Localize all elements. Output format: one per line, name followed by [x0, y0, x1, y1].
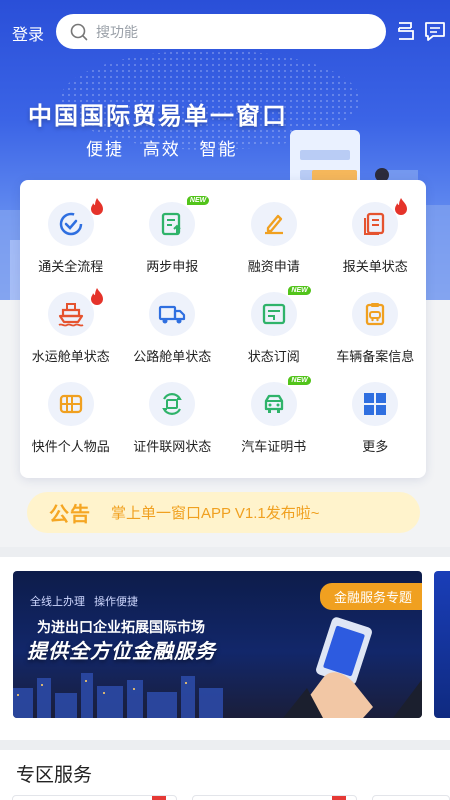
document-icon	[364, 212, 385, 235]
announcement-tag: 公告	[49, 504, 91, 526]
icon-circle: NEW	[250, 286, 311, 336]
section-divider	[0, 740, 450, 750]
service-item-parcel[interactable]: 快件个人物品	[20, 382, 122, 455]
icon-circle	[47, 198, 103, 246]
search-icon	[70, 23, 88, 40]
top-bar: 登录	[0, 0, 450, 62]
vehicle-record-icon	[366, 303, 385, 326]
cycle-icon	[59, 212, 82, 236]
icon-circle	[352, 198, 408, 246]
service-panel: 通关全流程 NEW 两步申报 融资申请 报关单状态 水运舱单状态 公路舱单状态 …	[20, 180, 426, 478]
next-banner-peek[interactable]	[434, 571, 450, 718]
service-item-vehicle-record[interactable]: 车辆备案信息	[325, 292, 427, 365]
section-divider	[0, 547, 450, 557]
zone-card[interactable]	[12, 795, 177, 800]
declare-icon	[162, 212, 181, 236]
service-item-financing[interactable]: 融资申请	[223, 202, 325, 275]
service-item-car-certificate[interactable]: NEW 汽车证明书	[223, 376, 325, 455]
service-label: 车辆备案信息	[336, 349, 415, 364]
new-badge: NEW	[186, 196, 210, 205]
service-label: 两步申报	[146, 259, 199, 274]
hero-subtitle-2: 高效	[142, 140, 181, 159]
zone-card[interactable]	[372, 795, 450, 800]
icon-circle	[47, 382, 94, 426]
hot-fire-icon	[90, 198, 103, 215]
banner-feature-1: 全线上办理	[30, 596, 85, 608]
login-button[interactable]: 登录	[12, 21, 44, 45]
zone-card-tag	[332, 796, 346, 800]
subscribe-icon	[262, 303, 285, 325]
search-input[interactable]	[96, 23, 336, 40]
edit-icon	[264, 214, 283, 235]
service-item-waterway-manifest[interactable]: 水运舱单状态	[20, 288, 122, 365]
zone-services-section: 专区服务	[0, 750, 450, 800]
service-label: 更多	[362, 439, 389, 454]
truck-icon	[159, 305, 186, 324]
icon-circle	[250, 202, 297, 246]
service-label: 报关单状态	[342, 259, 408, 274]
search-bar[interactable]	[56, 14, 386, 49]
service-label: 证件联网状态	[133, 439, 212, 454]
announcement-bar[interactable]: 公告 掌上单一窗口APP V1.1发布啦~	[27, 492, 420, 533]
banner-section: 金融服务专题 全线上办理 操作便捷 为进出口企业拓展国际市场 提供全方位金融服务	[0, 557, 450, 740]
service-item-more[interactable]: 更多	[325, 382, 427, 455]
more-grid-icon	[364, 393, 387, 415]
hot-fire-icon	[395, 198, 408, 215]
service-label: 通关全流程	[38, 259, 104, 274]
zone-card[interactable]	[192, 795, 357, 800]
service-label: 融资申请	[247, 259, 300, 274]
scan-icon[interactable]	[396, 20, 418, 42]
service-label: 状态订阅	[247, 349, 300, 364]
icon-circle: NEW	[250, 376, 311, 426]
ship-icon	[58, 303, 84, 327]
hand-phone-illustration	[283, 617, 422, 718]
service-item-two-step-declare[interactable]: NEW 两步申报	[122, 196, 224, 275]
hero-subtitle-3: 智能	[199, 140, 238, 159]
service-item-certificate-network[interactable]: 证件联网状态	[122, 382, 224, 455]
hero-title: 中国国际贸易单一窗口	[28, 101, 288, 130]
new-badge: NEW	[288, 286, 311, 295]
service-label: 水运舱单状态	[31, 349, 110, 364]
service-item-customs-flow[interactable]: 通关全流程	[20, 198, 122, 275]
parcel-icon	[59, 394, 82, 414]
icon-circle	[352, 382, 399, 426]
zone-title: 专区服务	[16, 765, 93, 786]
banner-feature-line: 全线上办理 操作便捷	[30, 593, 144, 609]
icon-circle	[47, 288, 103, 336]
car-certificate-icon	[264, 394, 283, 413]
new-badge: NEW	[288, 376, 311, 385]
service-item-declaration-status[interactable]: 报关单状态	[325, 198, 427, 275]
icon-circle	[149, 382, 196, 426]
hero-subtitle-1: 便捷	[86, 140, 124, 159]
finance-banner[interactable]: 金融服务专题 全线上办理 操作便捷 为进出口企业拓展国际市场 提供全方位金融服务	[13, 571, 422, 718]
service-label: 公路舱单状态	[133, 349, 212, 364]
hero-subtitle: 便捷 高效 智能	[86, 135, 249, 160]
banner-title: 提供全方位金融服务	[27, 641, 216, 663]
service-grid: 通关全流程 NEW 两步申报 融资申请 报关单状态 水运舱单状态 公路舱单状态 …	[20, 196, 427, 455]
zone-card-tag	[152, 796, 166, 800]
icon-circle: NEW	[149, 196, 210, 246]
banner-feature-2: 操作便捷	[94, 596, 139, 608]
service-label: 快件个人物品	[31, 439, 110, 454]
message-icon[interactable]	[424, 20, 446, 42]
icon-circle	[149, 292, 196, 336]
service-item-status-subscribe[interactable]: NEW 状态订阅	[223, 286, 325, 365]
service-label: 汽车证明书	[241, 439, 307, 454]
service-item-road-manifest[interactable]: 公路舱单状态	[122, 292, 224, 365]
banner-subtitle: 为进出口企业拓展国际市场	[37, 619, 205, 635]
announcement-text: 掌上单一窗口APP V1.1发布啦~	[111, 505, 320, 522]
certificate-network-icon	[162, 393, 183, 415]
hot-fire-icon	[90, 288, 103, 305]
banner-tag: 金融服务专题	[319, 583, 422, 610]
icon-circle	[352, 292, 399, 336]
